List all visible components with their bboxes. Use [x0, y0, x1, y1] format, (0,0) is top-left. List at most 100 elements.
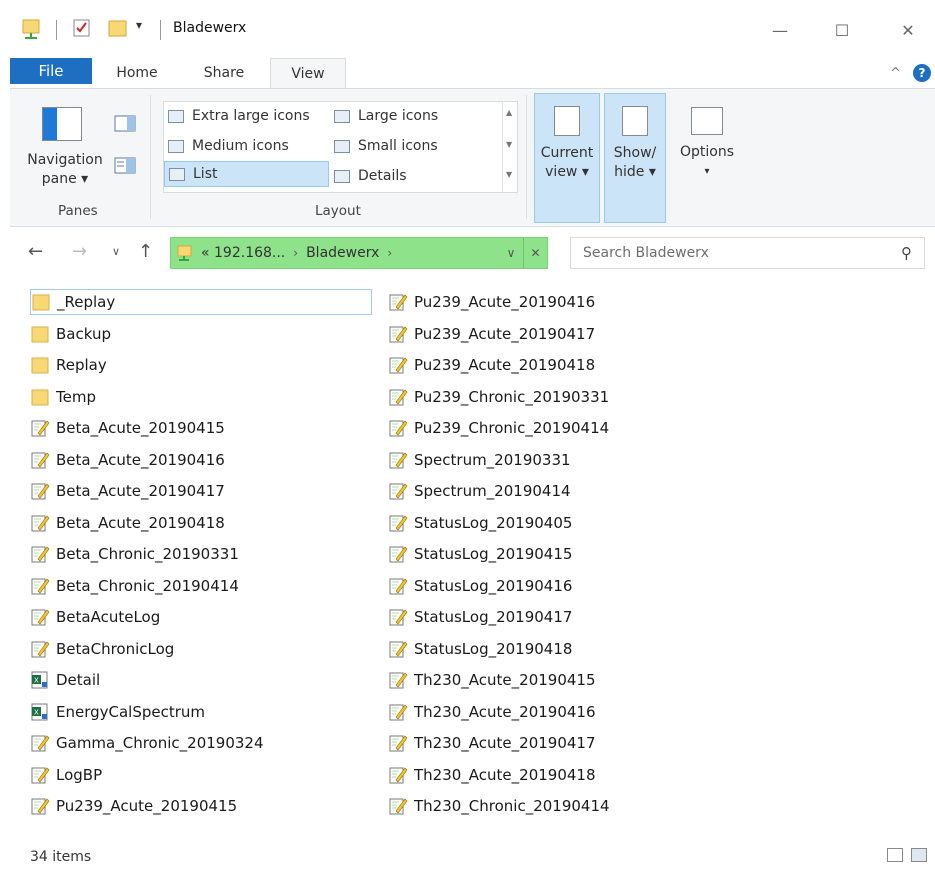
close-icon[interactable]: ✕: [523, 238, 547, 268]
tab-home[interactable]: Home: [104, 58, 170, 88]
file-item[interactable]: Th230_Acute_20190415: [388, 667, 596, 693]
file-item[interactable]: StatusLog_20190417: [388, 604, 572, 630]
search-box[interactable]: Search Bladewerx ⚲: [570, 237, 925, 269]
layout-medium-icons[interactable]: Medium icons: [168, 133, 289, 159]
tab-share[interactable]: Share: [190, 58, 258, 88]
breadcrumb-host[interactable]: « 192.168...: [201, 245, 285, 261]
back-arrow-icon[interactable]: ←: [28, 241, 43, 262]
file-item[interactable]: Pu239_Chronic_20190414: [388, 415, 609, 441]
navigation-pane-icon[interactable]: [42, 107, 82, 141]
maximize-button[interactable]: ☐: [822, 14, 862, 46]
folder-item[interactable]: Backup: [30, 321, 111, 347]
text-document-icon: [389, 672, 408, 689]
text-document-icon: [389, 798, 408, 815]
details-view-icon[interactable]: [887, 848, 903, 862]
new-folder-icon[interactable]: [108, 18, 128, 38]
file-item[interactable]: StatusLog_20190416: [388, 573, 572, 599]
options-label: Options: [679, 144, 735, 160]
file-item[interactable]: Th230_Acute_20190416: [388, 699, 596, 725]
file-item[interactable]: Beta_Chronic_20190331: [30, 541, 239, 567]
layout-extra-large-icons[interactable]: Extra large icons: [168, 103, 310, 129]
file-item[interactable]: BetaAcuteLog: [30, 604, 160, 630]
close-button[interactable]: ✕: [888, 14, 928, 46]
file-item[interactable]: Spectrum_20190331: [388, 447, 571, 473]
file-item[interactable]: X Detail: [30, 667, 100, 693]
file-item[interactable]: Th230_Acute_20190417: [388, 730, 596, 756]
file-item[interactable]: BetaChronicLog: [30, 636, 174, 662]
layout-small-icons[interactable]: Small icons: [334, 133, 438, 159]
collapse-ribbon-icon[interactable]: ^: [890, 66, 901, 81]
text-document-icon: [389, 735, 408, 752]
folder-item[interactable]: Replay: [30, 352, 107, 378]
customize-quick-access-icon[interactable]: ▾: [136, 18, 142, 32]
file-item[interactable]: Beta_Acute_20190418: [30, 510, 225, 536]
small-icons-icon: [334, 139, 350, 153]
scroll-up-icon[interactable]: ▲: [506, 108, 512, 117]
text-document-icon: [389, 767, 408, 783]
chevron-down-icon[interactable]: ∨: [499, 238, 523, 268]
file-item[interactable]: Pu239_Acute_20190417: [388, 321, 595, 347]
file-item[interactable]: X EnergyCalSpectrum: [30, 699, 205, 725]
help-icon[interactable]: ?: [913, 64, 931, 82]
expand-gallery-icon[interactable]: ▼: [506, 170, 512, 179]
recent-locations-icon[interactable]: ∨: [112, 245, 120, 258]
layout-list[interactable]: List: [164, 161, 329, 187]
file-item[interactable]: Spectrum_20190414: [388, 478, 571, 504]
minimize-button[interactable]: —: [760, 14, 800, 46]
text-document-icon: [389, 294, 408, 311]
file-item[interactable]: Pu239_Acute_20190415: [30, 793, 237, 819]
file-item[interactable]: Pu239_Acute_20190418: [388, 352, 595, 378]
group-label-panes: Panes: [58, 203, 98, 219]
layout-scroll[interactable]: ▲ ▼ ▼: [502, 102, 518, 192]
file-name: Beta_Acute_20190416: [56, 450, 225, 469]
layout-details[interactable]: Details: [334, 163, 407, 189]
show-hide-label: Show/: [613, 145, 657, 161]
chevron-right-icon[interactable]: ›: [293, 246, 298, 260]
forward-arrow-icon[interactable]: →: [72, 241, 87, 262]
details-pane-icon[interactable]: [114, 157, 136, 175]
text-document-icon: [389, 326, 408, 342]
file-item[interactable]: Th230_Chronic_20190414: [388, 793, 610, 819]
file-item[interactable]: Beta_Acute_20190417: [30, 478, 225, 504]
file-item[interactable]: StatusLog_20190415: [388, 541, 572, 567]
show-hide-button[interactable]: Show/ hide ▾: [604, 93, 666, 223]
scroll-down-icon[interactable]: ▼: [506, 140, 512, 149]
folder-network-icon[interactable]: [22, 18, 40, 40]
tab-view[interactable]: View: [270, 58, 346, 89]
layout-large-icons[interactable]: Large icons: [334, 103, 438, 129]
file-item[interactable]: Beta_Chronic_20190414: [30, 573, 239, 599]
preview-pane-icon[interactable]: [114, 115, 136, 133]
text-document-icon: [389, 483, 408, 500]
options-button[interactable]: Options ▾: [672, 93, 742, 223]
file-name: BetaAcuteLog: [56, 608, 161, 626]
chevron-right-icon[interactable]: ›: [387, 246, 392, 260]
file-name: Pu239_Chronic_20190414: [414, 419, 610, 437]
properties-icon[interactable]: [72, 18, 92, 38]
current-view-button[interactable]: Current view ▾: [534, 93, 600, 223]
file-item[interactable]: LogBP: [30, 762, 102, 788]
list-icon: [169, 167, 185, 181]
breadcrumb-current[interactable]: Bladewerx: [306, 245, 379, 261]
folder-item[interactable]: _Replay: [30, 289, 372, 315]
file-item[interactable]: Th230_Acute_20190418: [388, 762, 596, 788]
address-bar[interactable]: « 192.168... › Bladewerx › ∨ ✕: [170, 237, 548, 269]
file-item[interactable]: Pu239_Acute_20190416: [388, 289, 595, 315]
folder-item[interactable]: Temp: [30, 384, 96, 410]
search-icon[interactable]: ⚲: [901, 244, 912, 262]
file-item[interactable]: Beta_Acute_20190415: [30, 415, 225, 441]
address-row: ← → ∨ ↑ « 192.168... › Bladewerx › ∨ ✕ S…: [0, 227, 935, 277]
large-icons-view-icon[interactable]: [911, 848, 927, 862]
group-label-layout: Layout: [315, 203, 361, 219]
file-item[interactable]: StatusLog_20190418: [388, 636, 572, 662]
text-document-icon: [31, 767, 50, 783]
navigation-pane-button[interactable]: Navigation pane ▾: [18, 151, 112, 189]
tab-file[interactable]: File: [10, 58, 92, 84]
up-arrow-icon[interactable]: ↑: [138, 241, 153, 262]
file-item[interactable]: Gamma_Chronic_20190324: [30, 730, 264, 756]
text-document-icon: [389, 641, 408, 657]
file-item[interactable]: Pu239_Chronic_20190331: [388, 384, 609, 410]
file-item[interactable]: Beta_Acute_20190416: [30, 447, 225, 473]
item-count: 34 items: [30, 849, 92, 865]
file-item[interactable]: StatusLog_20190405: [388, 510, 572, 536]
file-name: EnergyCalSpectrum: [56, 702, 206, 721]
